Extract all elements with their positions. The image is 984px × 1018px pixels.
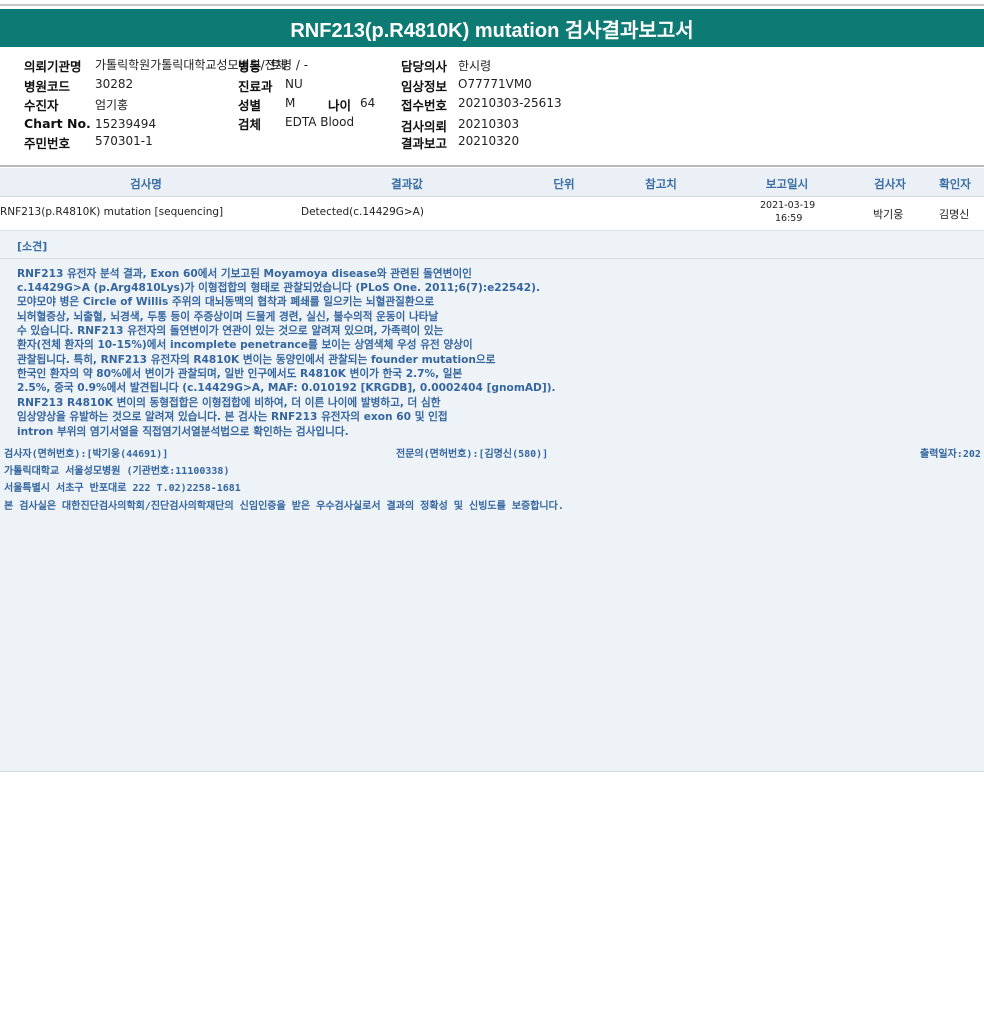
cell-test-name: RNF213(p.R4810K) mutation [sequencing] [0, 206, 224, 218]
col-test-name: 검사명 [130, 177, 162, 191]
resident-no-value: 570301-1 [95, 134, 153, 148]
opinion-body: RNF213 유전자 분석 결과, Exon 60에서 기보고된 Moyamoy… [0, 259, 984, 772]
institution-info: 가톨릭대학교 서울성모병원 (기관번호:11100338) [4, 466, 230, 477]
report-title: RNF213(p.R4810K) mutation 검사결과보고서 [0, 9, 984, 47]
specialist-license: 전문의(면허번호):[김명신(580)] [396, 449, 549, 460]
results-table-header: 검사명 결과값 단위 참고치 보고일시 검사자 확인자 [0, 168, 984, 197]
cell-report-date: 2021-03-19 [760, 200, 816, 211]
opinion-line: 2.5%, 중국 0.9%에서 발견됩니다 (c.14429G>A, MAF: … [17, 382, 556, 394]
opinion-heading-text: [소견] [17, 240, 48, 253]
opinion-line: 모야모야 병은 Circle of Willis 주위의 대뇌동맥의 협착과 폐… [17, 296, 435, 308]
opinion-line: 환자(전체 환자의 10-15%)에서 incomplete penetranc… [17, 339, 473, 351]
patient-label: 수진자 [24, 98, 59, 113]
ward-value: 트병 / - [270, 58, 309, 72]
ward-label: 병동 [238, 59, 262, 74]
address-info: 서울특별시 서초구 반포대로 222 T.02)2258-1681 [4, 483, 241, 494]
col-unit: 단위 [553, 177, 575, 191]
opinion-line: RNF213 유전자 분석 결과, Exon 60에서 기보고된 Moyamoy… [17, 268, 472, 280]
specimen-label: 검체 [238, 117, 262, 132]
opinion-heading: [소견] [0, 231, 984, 259]
specimen-value: EDTA Blood [285, 115, 355, 129]
top-border-line [0, 4, 984, 6]
header-divider [0, 165, 984, 167]
col-result: 결과값 [391, 177, 423, 191]
print-date: 출력일자:202 [920, 449, 981, 460]
col-confirmer: 확인자 [939, 177, 971, 191]
cell-result: Detected(c.14429G>A) [301, 206, 424, 218]
hospital-code-label: 병원코드 [24, 79, 71, 94]
opinion-line: 관찰됩니다. 특히, RNF213 유전자의 R4810K 변이는 동양인에서 … [17, 354, 496, 366]
doctor-value: 한시령 [458, 59, 492, 73]
certification-note: 본 검사실은 대한진단검사의학회/진단검사의학재단의 신임인증을 받은 우수검사… [4, 501, 564, 512]
report-date-value: 20210320 [458, 134, 520, 148]
clinical-info-label: 임상정보 [401, 79, 448, 94]
col-tester: 검사자 [874, 177, 906, 191]
accession-label: 접수번호 [401, 98, 448, 113]
cell-report-time: 16:59 [775, 213, 803, 224]
opinion-line: 뇌허혈증상, 뇌출혈, 뇌경색, 두통 등이 주증상이며 드물게 경련, 실신,… [17, 311, 439, 323]
col-report-datetime: 보고일시 [765, 177, 809, 191]
patient-value: 엄기홍 [95, 98, 129, 112]
age-label: 나이 [328, 98, 352, 113]
resident-no-label: 주민번호 [24, 136, 71, 151]
sex-label: 성별 [238, 98, 262, 113]
table-row: RNF213(p.R4810K) mutation [sequencing] D… [0, 197, 984, 231]
doctor-label: 담당의사 [401, 59, 448, 74]
accession-value: 20210303-25613 [458, 96, 562, 110]
hospital-code-value: 30282 [95, 77, 134, 91]
cell-tester: 박기웅 [873, 208, 904, 221]
opinion-line: RNF213 R4810K 변이의 동형접합은 이형접합에 비하여, 더 이른 … [17, 397, 441, 409]
age-value: 64 [360, 96, 376, 110]
chart-no-label: Chart No. [24, 116, 91, 131]
opinion-line: c.14429G>A (p.Arg4810Lys)가 이형접합의 형태로 관찰되… [17, 282, 541, 294]
chart-no-value: 15239494 [95, 117, 157, 131]
report-date-label: 결과보고 [401, 136, 448, 151]
sex-value: M [285, 96, 296, 110]
cell-confirmer: 김명신 [939, 208, 970, 221]
department-label: 진료과 [238, 79, 273, 94]
institution-label: 의뢰기관명 [24, 59, 82, 74]
clinical-info-value: O77771VM0 [458, 77, 532, 91]
opinion-line: intron 부위의 염기서열을 직접염기서열분석법으로 확인하는 검사입니다. [17, 426, 349, 438]
opinion-line: 수 있습니다. RNF213 유전자의 돌연변이가 연관이 있는 것으로 알려져… [17, 325, 444, 337]
tester-license: 검사자(면허번호):[박기웅(44691)] [4, 449, 169, 460]
opinion-line: 한국인 환자의 약 80%에서 변이가 관찰되며, 일반 인구에서도 R4810… [17, 368, 463, 380]
col-reference: 참고치 [645, 177, 677, 191]
department-value: NU [285, 77, 303, 91]
request-date-value: 20210303 [458, 117, 520, 131]
opinion-line: 임상양상을 유발하는 것으로 알려져 있습니다. 본 검사는 RNF213 유전… [17, 411, 448, 423]
